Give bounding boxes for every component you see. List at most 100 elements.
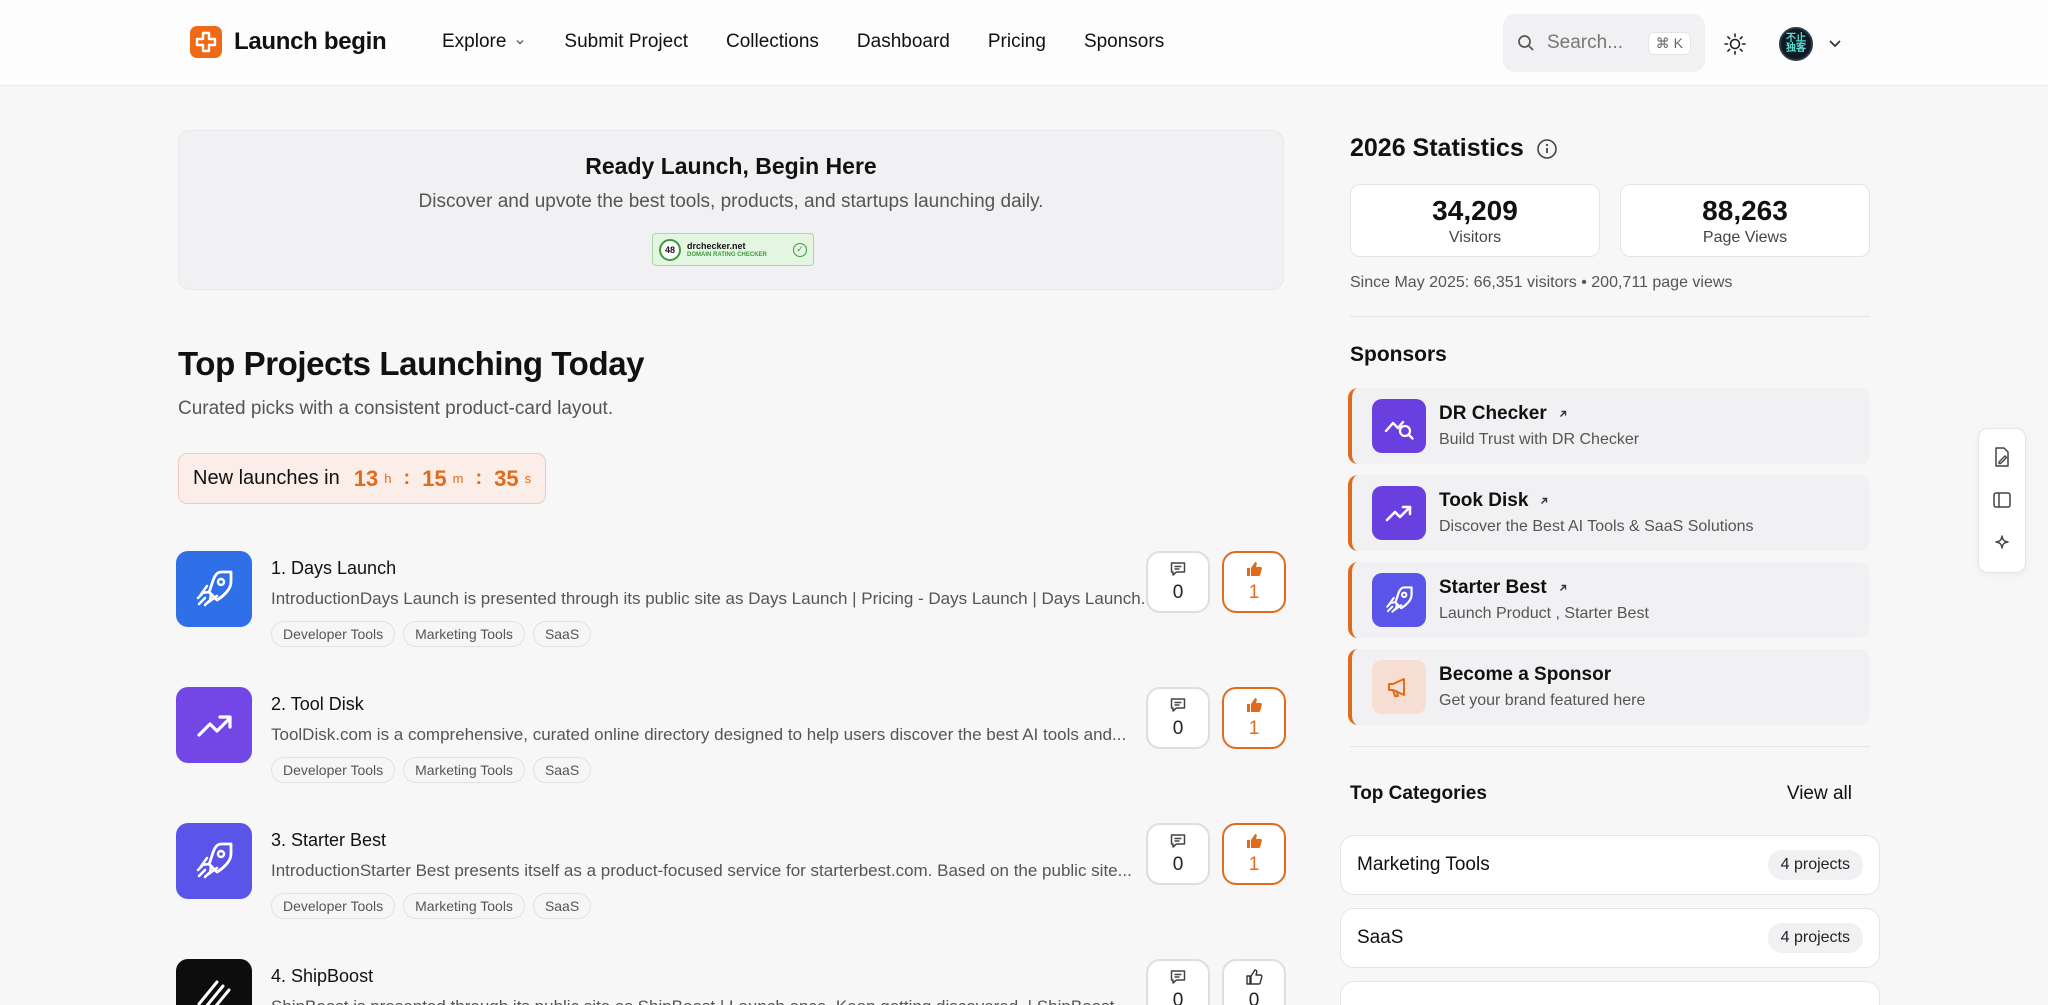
chevron-down-icon[interactable] bbox=[1826, 34, 1844, 52]
nav-explore-label: Explore bbox=[442, 31, 507, 52]
project-tags: Developer Tools Marketing Tools SaaS bbox=[271, 757, 592, 783]
project-description: IntroductionStarter Best presents itself… bbox=[271, 861, 1132, 880]
search-box[interactable]: Search... ⌘ K bbox=[1503, 14, 1705, 72]
project-name[interactable]: 4. ShipBoost bbox=[271, 966, 373, 987]
nav-sponsors-label: Sponsors bbox=[1083, 31, 1165, 52]
view-all-link[interactable]: View all bbox=[1787, 783, 1852, 805]
stat-label: Visitors bbox=[1448, 229, 1502, 246]
search-icon bbox=[1518, 35, 1534, 51]
divider bbox=[1350, 316, 1870, 317]
project-tag[interactable]: Developer Tools bbox=[271, 621, 396, 647]
comment-icon bbox=[1170, 834, 1186, 848]
external-link-icon bbox=[1541, 497, 1548, 504]
sponsor-name-text: Become a Sponsor bbox=[1439, 664, 1612, 685]
section-subtitle: Curated picks with a consistent product-… bbox=[178, 398, 614, 419]
countdown-hours: 13 bbox=[353, 465, 379, 491]
badge-text: drchecker.net DOMAIN RATING CHECKER bbox=[687, 241, 767, 259]
project-tag[interactable]: SaaS bbox=[532, 893, 592, 919]
ai-assistant-button[interactable] bbox=[1987, 529, 2017, 559]
avatar-text: 不止 独客 bbox=[1786, 33, 1806, 54]
project-tag[interactable]: SaaS bbox=[532, 757, 592, 783]
trend-up-icon bbox=[1385, 505, 1412, 522]
project-tag[interactable]: Marketing Tools bbox=[403, 893, 525, 919]
comment-button[interactable]: 0 bbox=[1146, 823, 1210, 885]
main-nav: Explore Submit Project Collections Dashb… bbox=[442, 31, 1164, 53]
theme-toggle-button[interactable] bbox=[1722, 31, 1748, 57]
top-header: Launch begin Explore Submit Project Coll… bbox=[0, 0, 2048, 86]
countdown-minutes-unit: m bbox=[452, 471, 464, 486]
brand-logo[interactable]: Launch begin bbox=[190, 26, 387, 58]
project-card[interactable]: 4. ShipBoost ShipBoost is presented thro… bbox=[176, 959, 1286, 1005]
project-tag[interactable]: SaaS bbox=[532, 621, 592, 647]
stat-value: 34,209 bbox=[1432, 195, 1518, 226]
sponsor-name: Become a Sponsor bbox=[1439, 664, 1611, 686]
page-edit-button[interactable] bbox=[1987, 442, 2017, 472]
project-name[interactable]: 2. Tool Disk bbox=[271, 694, 364, 715]
countdown-seconds: 35 bbox=[494, 465, 519, 491]
drchecker-badge[interactable]: 48 drchecker.net DOMAIN RATING CHECKER ✓ bbox=[652, 233, 814, 266]
sidebar-toggle-button[interactable] bbox=[1987, 485, 2017, 515]
stat-label: Page Views bbox=[1702, 229, 1788, 246]
nav-collections[interactable]: Collections bbox=[726, 31, 819, 53]
category-item[interactable]: SaaS 4 projects bbox=[1340, 908, 1880, 968]
comment-icon bbox=[1170, 970, 1186, 984]
divider bbox=[1350, 746, 1870, 747]
category-name: Marketing Tools bbox=[1357, 854, 1490, 875]
comment-button[interactable]: 0 bbox=[1146, 687, 1210, 749]
sponsor-name-text: DR Checker bbox=[1439, 403, 1547, 424]
project-name[interactable]: 1. Days Launch bbox=[271, 558, 396, 579]
project-description: ShipBoost is presented through its publi… bbox=[271, 997, 1196, 1005]
project-tag[interactable]: Marketing Tools bbox=[403, 757, 525, 783]
megaphone-icon bbox=[1388, 678, 1405, 697]
rocket-icon bbox=[196, 570, 233, 607]
sponsor-name: DR Checker bbox=[1439, 403, 1569, 425]
project-description: IntroductionDays Launch is presented thr… bbox=[271, 589, 1155, 608]
avatar[interactable]: 不止 独客 bbox=[1779, 27, 1813, 61]
nav-dashboard-label: Dashboard bbox=[856, 31, 950, 52]
upvote-button[interactable]: 1 bbox=[1222, 687, 1286, 749]
hero-title: Ready Launch, Begin Here bbox=[585, 153, 877, 179]
sponsor-card[interactable]: Starter Best Launch Product , Starter Be… bbox=[1348, 562, 1870, 638]
check-icon: ✓ bbox=[793, 242, 807, 257]
project-card[interactable]: 3. Starter Best IntroductionStarter Best… bbox=[176, 823, 1286, 933]
comment-icon bbox=[1170, 562, 1186, 576]
sponsor-card[interactable]: DR Checker Build Trust with DR Checker bbox=[1348, 388, 1870, 464]
project-card[interactable]: 2. Tool Disk ToolDisk.com is a comprehen… bbox=[176, 687, 1286, 797]
comment-button[interactable]: 0 bbox=[1146, 959, 1210, 1005]
nav-dashboard[interactable]: Dashboard bbox=[857, 31, 950, 53]
thumbs-up-icon bbox=[1247, 834, 1262, 848]
category-item[interactable] bbox=[1340, 981, 1880, 1005]
info-icon[interactable] bbox=[1536, 138, 1558, 160]
project-tag[interactable]: Developer Tools bbox=[271, 893, 396, 919]
project-tag[interactable]: Developer Tools bbox=[271, 757, 396, 783]
project-description: ToolDisk.com is a comprehensive, curated… bbox=[271, 725, 1127, 744]
launch-countdown: New launches in 13 h : 15 m : 35 s bbox=[178, 453, 547, 504]
countdown-hours-unit: h bbox=[384, 471, 392, 486]
nav-submit-project[interactable]: Submit Project bbox=[564, 31, 688, 53]
category-count: 4 projects bbox=[1767, 850, 1863, 880]
upvote-button[interactable]: 1 bbox=[1222, 551, 1286, 613]
sponsor-card[interactable]: Took Disk Discover the Best AI Tools & S… bbox=[1348, 475, 1870, 551]
nav-explore[interactable]: Explore bbox=[442, 31, 526, 53]
project-logo bbox=[176, 551, 252, 627]
external-link-icon bbox=[1559, 584, 1566, 591]
category-item[interactable]: Marketing Tools 4 projects bbox=[1340, 835, 1880, 895]
become-sponsor-card[interactable]: Become a Sponsor Get your brand featured… bbox=[1348, 649, 1870, 725]
project-tag[interactable]: Marketing Tools bbox=[403, 621, 525, 647]
nav-sponsors[interactable]: Sponsors bbox=[1084, 31, 1164, 53]
nav-pricing-label: Pricing bbox=[987, 31, 1046, 52]
sponsor-name-text: Took Disk bbox=[1439, 490, 1529, 511]
nav-pricing[interactable]: Pricing bbox=[988, 31, 1046, 53]
sponsor-logo bbox=[1372, 486, 1426, 540]
comment-button[interactable]: 0 bbox=[1146, 551, 1210, 613]
upvote-button[interactable]: 1 bbox=[1222, 823, 1286, 885]
project-name[interactable]: 3. Starter Best bbox=[271, 830, 386, 851]
stats-title-text: 2026 Statistics bbox=[1350, 134, 1524, 162]
project-card[interactable]: 1. Days Launch IntroductionDays Launch i… bbox=[176, 551, 1286, 661]
nav-submit-project-label: Submit Project bbox=[564, 31, 688, 52]
category-name: SaaS bbox=[1357, 927, 1404, 948]
sponsor-name: Took Disk bbox=[1439, 490, 1550, 512]
upvote-button[interactable]: 0 bbox=[1222, 959, 1286, 1005]
external-link-icon bbox=[1559, 410, 1566, 417]
stat-card-page-views: 88,263 Page Views bbox=[1620, 184, 1870, 257]
